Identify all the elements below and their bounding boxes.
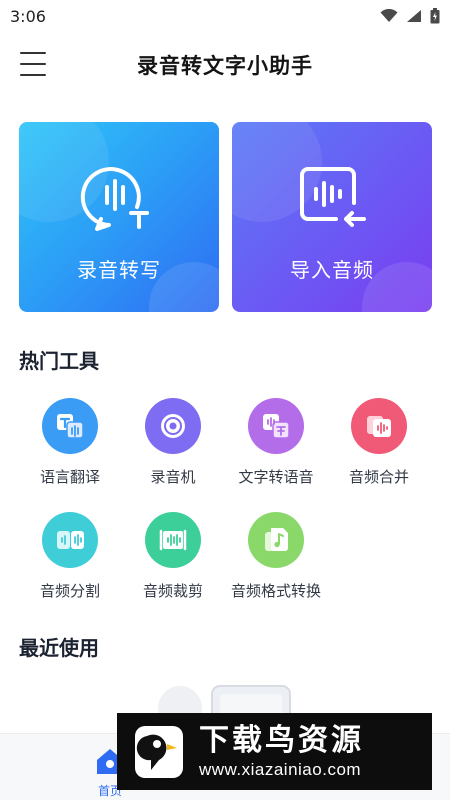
- app-title: 录音转文字小助手: [137, 54, 313, 78]
- tool-audio-split[interactable]: 音频分割: [18, 512, 122, 612]
- tool-audio-split-label: 音频分割: [39, 582, 100, 600]
- status-time: 3:06: [10, 6, 46, 26]
- tool-audio-format[interactable]: 音频格式转换: [224, 512, 328, 612]
- tool-audio-merge-label: 音频合并: [348, 468, 409, 486]
- tool-translate-label: 语言翻译: [39, 468, 100, 486]
- app-header: 录音转文字小助手: [0, 32, 450, 96]
- cellular-icon: [407, 10, 421, 22]
- hot-tools-title: 热门工具: [19, 349, 99, 373]
- audio-trim-icon: [145, 512, 201, 568]
- watermark-text: 下载鸟资源 www.xiazainiao.com: [199, 723, 364, 781]
- recent-title: 最近使用: [19, 636, 99, 660]
- tool-audio-trim[interactable]: 音频裁剪: [121, 512, 225, 612]
- status-icons: [380, 8, 440, 24]
- tool-text-to-speech-label: 文字转语音: [238, 468, 314, 486]
- record-transcribe-card[interactable]: 录音转写: [19, 122, 219, 312]
- status-bar: 3:06: [0, 0, 450, 32]
- wifi-icon: [380, 9, 398, 22]
- watermark-url: www.xiazainiao.com: [199, 759, 362, 779]
- tool-audio-merge[interactable]: 音频合并: [327, 398, 431, 498]
- recorder-icon: [145, 398, 201, 454]
- tool-recorder[interactable]: 录音机: [121, 398, 225, 498]
- audio-format-icon: [248, 512, 304, 568]
- import-audio-icon: [300, 167, 366, 227]
- tool-text-to-speech[interactable]: 文字转语音: [224, 398, 328, 498]
- translate-icon: [42, 398, 98, 454]
- watermark-banner: 下载鸟资源 www.xiazainiao.com: [117, 713, 432, 790]
- audio-merge-icon: [351, 398, 407, 454]
- text-to-speech-icon: [248, 398, 304, 454]
- tool-audio-format-label: 音频格式转换: [230, 582, 321, 600]
- tool-audio-trim-label: 音频裁剪: [142, 582, 203, 600]
- audio-split-icon: [42, 512, 98, 568]
- battery-icon: [430, 8, 440, 24]
- import-audio-card[interactable]: 导入音频: [232, 122, 432, 312]
- import-audio-label: 导入音频: [290, 258, 374, 282]
- voice-to-text-icon: [80, 167, 149, 231]
- record-transcribe-label: 录音转写: [77, 258, 161, 282]
- watermark-bird-logo: [135, 725, 183, 778]
- tool-translate[interactable]: 语言翻译: [18, 398, 122, 498]
- watermark-title: 下载鸟资源: [199, 722, 364, 758]
- tool-recorder-label: 录音机: [150, 468, 196, 486]
